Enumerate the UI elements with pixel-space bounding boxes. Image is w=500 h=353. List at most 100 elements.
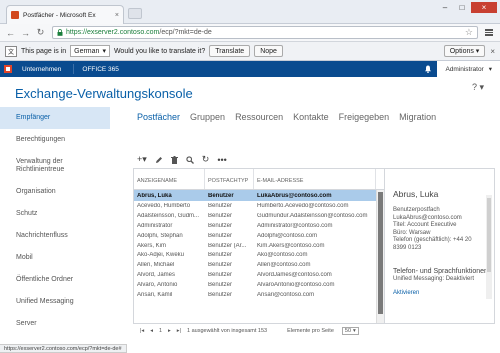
tab-gruppen[interactable]: Gruppen [190,112,225,122]
tab-ressourcen[interactable]: Ressourcen [235,112,283,122]
bookmark-star-icon[interactable]: ☆ [465,27,473,38]
table-row[interactable]: Administrator Benutzer Administrator@conto… [134,221,384,231]
refresh-icon[interactable]: ↻ [202,154,210,165]
per-page-select[interactable]: 50 ▾ [341,327,359,335]
nav-unternehmen[interactable]: Unternehmen [18,66,65,73]
lock-icon [57,29,63,36]
translate-bar: 文 This page is in German ▾ Would you lik… [0,42,500,61]
url-path: /ecp/?mkt=de-de [159,29,212,36]
details-line: LukaAbrus@contoso.com [393,214,462,221]
cell-displayname: Abrus, Luka [137,192,172,199]
more-icon[interactable]: ••• [217,155,226,165]
language-value: German [74,47,100,55]
cell-email: Administrator@contoso.com [257,222,333,229]
url-host: https://exserver2.contoso.com [66,29,160,36]
sidebar-item-unified-messaging[interactable]: Unified Messaging [0,291,110,313]
sidebar-item-server[interactable]: Server [0,313,110,335]
chevron-down-icon: ▾ [353,328,356,334]
reload-icon[interactable]: ↻ [34,26,47,39]
url-input[interactable]: https://exserver2.contoso.com /ecp/?mkt=… [52,26,478,39]
address-bar: ← → ↻ https://exserver2.contoso.com /ecp… [0,24,500,42]
sidebar-item-schutz[interactable]: Schutz [0,203,110,225]
tab-freigegeben[interactable]: Freigegeben [339,112,390,122]
add-icon[interactable]: +▾ [137,154,147,165]
new-tab-button[interactable] [128,8,142,19]
details-line: Benutzerpostfach [393,207,440,213]
sidebar: Empfänger Berechtigungen Verwaltung der … [0,107,110,347]
table-row[interactable]: Allen, Michael Benutzer Allen@contoso.com [134,260,384,270]
user-menu[interactable]: Administrator ▾ [437,61,500,77]
last-page-icon[interactable]: ▸| [177,328,181,334]
minimize-icon[interactable]: – [437,2,453,13]
table-scrollbar[interactable] [376,190,384,323]
delete-icon[interactable] [170,155,178,164]
translate-button[interactable]: Translate [209,45,251,57]
tab-close-icon[interactable]: × [115,12,119,19]
browser-menu-icon[interactable] [482,29,496,36]
sidebar-item-mobil[interactable]: Mobil [0,247,110,269]
cell-mailboxtype: Benutzer [208,252,233,259]
column-header-email[interactable]: E-MAIL-ADRESSE [254,169,376,189]
help-menu[interactable]: ? ▾ [472,82,484,93]
cell-mailboxtype: Benutzer [208,202,233,209]
translate-icon: 文 [5,45,17,57]
cell-email: Allen@contoso.com [257,262,311,269]
table-row[interactable]: Adolphi, Stephan Benutzer Adolphi@contoso.… [134,231,384,241]
table-row[interactable]: Abrus, Luka Benutzer LukaAbrus@contoso.com [134,190,384,201]
tab-postfaecher[interactable]: Postfächer [137,112,180,122]
sidebar-item-empfaenger[interactable]: Empfänger [0,107,110,129]
nope-button[interactable]: Nope [254,45,283,57]
sidebar-item-oeffentliche-ordner[interactable]: Öffentliche Ordner [0,269,110,291]
first-page-icon[interactable]: |◂ [140,328,144,334]
close-icon[interactable]: × [490,47,495,56]
sidebar-item-nachrichtenfluss[interactable]: Nachrichtenfluss [0,225,110,247]
scrollbar-thumb[interactable] [378,192,383,314]
table-row[interactable]: Ansari, Kamil Benutzer Ansari@contoso.com [134,290,384,300]
page-title: Exchange-Verwaltungskonsole [15,86,193,101]
details-name: Abrus, Luka [393,189,439,199]
cell-displayname: Ako-Adjei, Kweku [137,252,185,259]
favicon-icon [11,11,19,19]
options-button[interactable]: Options ▾ [443,45,486,57]
cell-displayname: Alvord, James [137,272,176,279]
details-scrollbar[interactable] [486,195,492,299]
table-row[interactable]: Adalsteinsson, Gudm... Benutzer Gudmundur.… [134,211,384,221]
close-window-icon[interactable]: × [471,2,497,13]
browser-tab[interactable]: Postfächer - Microsoft Ex × [6,5,124,24]
o365-navbar: Unternehmen OFFICE 365 Administrator ▾ [0,61,500,77]
scrollbar-thumb[interactable] [487,198,491,272]
column-header-mailboxtype[interactable]: POSTFACHTYP [205,169,254,189]
language-select[interactable]: German ▾ [70,45,110,57]
translate-question: Would you like to translate it? [113,47,206,55]
forward-icon[interactable]: → [19,26,32,39]
bell-icon[interactable] [419,61,438,77]
search-icon[interactable] [186,155,194,164]
sidebar-item-richtlinientreue[interactable]: Verwaltung der Richtlinientreue [0,151,110,181]
tab-migration[interactable]: Migration [399,112,436,122]
cell-displayname: Alvaro, Antonio [137,282,178,289]
nav-office365[interactable]: OFFICE 365 [82,66,118,73]
browser-status-bar: https://exserver2.contoso.com/ecp/?mkt=d… [0,344,127,353]
edit-icon[interactable] [155,156,163,164]
next-page-icon[interactable]: ▸ [168,328,171,334]
sidebar-item-organisation[interactable]: Organisation [0,181,110,203]
table-row[interactable]: Akers, Kim Benutzer (Ar... Kim.Akers@conto… [134,241,384,251]
sidebar-item-berechtigungen[interactable]: Berechtigungen [0,129,110,151]
cell-displayname: Administrator [137,222,173,229]
office-logo-icon[interactable] [4,65,12,73]
table-row[interactable]: Alvord, James Benutzer AlvordJames@contoso… [134,270,384,280]
table-row[interactable]: Alvaro, Antonio Benutzer AlvaroAntonio@con… [134,280,384,290]
maximize-icon[interactable]: □ [454,2,470,13]
cell-mailboxtype: Benutzer [208,282,233,289]
details-line: Titel: Account Executive [393,222,457,228]
cell-email: Ako@contoso.com [257,252,308,259]
back-icon[interactable]: ← [4,26,17,39]
cell-email: LukaAbrus@contoso.com [257,192,332,199]
activate-link[interactable]: Aktivieren [393,290,494,296]
prev-page-icon[interactable]: ◂ [150,328,153,334]
table-row[interactable]: Acevedo, Humberto Benutzer Humberto.Aceved… [134,201,384,211]
table-row[interactable]: Ako-Adjei, Kweku Benutzer Ako@contoso.com [134,250,384,260]
column-header-displayname[interactable]: ANZEIGENAME [134,169,205,189]
cell-email: AlvordJames@contoso.com [257,272,332,279]
tab-kontakte[interactable]: Kontakte [293,112,329,122]
